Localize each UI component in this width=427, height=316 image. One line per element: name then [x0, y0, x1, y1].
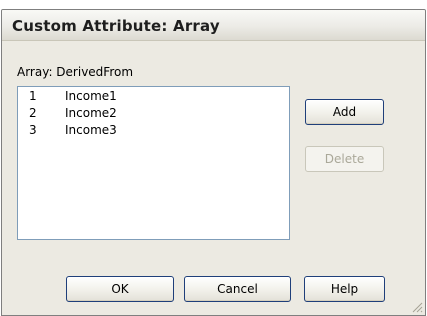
list-item-index: 3 [29, 123, 37, 137]
list-item-value: Income1 [65, 89, 117, 103]
add-button[interactable]: Add [305, 99, 384, 125]
list-item[interactable]: 1 Income1 [18, 87, 289, 104]
array-values-list[interactable]: 1 Income1 2 Income2 3 Income3 [17, 86, 290, 240]
list-item[interactable]: 2 Income2 [18, 104, 289, 121]
help-button[interactable]: Help [304, 276, 385, 302]
ok-button[interactable]: OK [66, 276, 174, 302]
resize-grip-icon[interactable] [411, 301, 423, 313]
list-item[interactable]: 3 Income3 [18, 121, 289, 138]
dialog-title: Custom Attribute: Array [12, 17, 220, 35]
list-item-index: 2 [29, 106, 37, 120]
custom-attribute-dialog: Custom Attribute: Array Array: DerivedFr… [1, 9, 426, 316]
title-bar[interactable]: Custom Attribute: Array [2, 10, 425, 41]
delete-button: Delete [305, 146, 384, 172]
array-name-label: Array: DerivedFrom [17, 65, 134, 79]
cancel-button[interactable]: Cancel [184, 276, 291, 302]
dialog-body: Array: DerivedFrom 1 Income1 2 Income2 3… [2, 41, 425, 315]
list-item-value: Income3 [65, 123, 117, 137]
list-item-value: Income2 [65, 106, 117, 120]
list-item-index: 1 [29, 89, 37, 103]
